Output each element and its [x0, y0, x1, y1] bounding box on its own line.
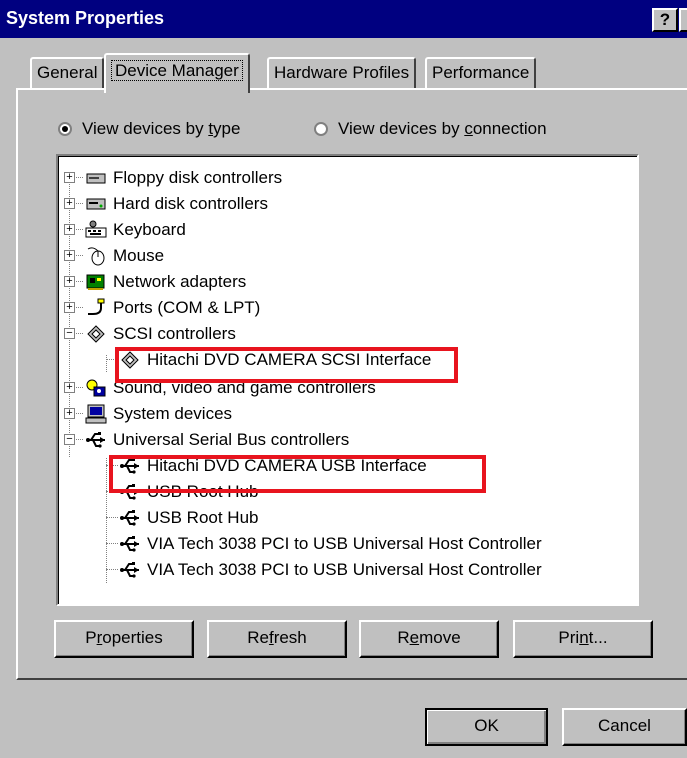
floppy-controller-icon: [85, 168, 107, 188]
view-by-connection-radio[interactable]: View devices by connection: [314, 119, 547, 139]
tree-item-label: VIA Tech 3038 PCI to USB Universal Host …: [147, 560, 542, 579]
keyboard-icon: [85, 220, 107, 240]
tree-item-label: Ports (COM & LPT): [113, 298, 261, 317]
tree-category-item[interactable]: + Ports (COM & LPT): [64, 295, 261, 321]
tree-child-item[interactable]: VIA Tech 3038 PCI to USB Universal Host …: [106, 531, 542, 557]
tab-device-manager-label: Device Manager: [111, 60, 243, 81]
tree-item-label: Hard disk controllers: [113, 194, 268, 213]
hard-disk-controller-icon: [85, 194, 107, 214]
usb-icon: [119, 534, 141, 554]
tree-category-item[interactable]: + Network adapters: [64, 269, 247, 295]
ok-button[interactable]: OK: [425, 708, 548, 746]
refresh-button[interactable]: Refresh: [207, 620, 347, 658]
tree-item-label: Mouse: [113, 246, 165, 265]
view-by-connection-label: View devices by connection: [338, 119, 547, 138]
tree-category-item[interactable]: + Keyboard: [64, 217, 186, 243]
radio-unselected-icon: [314, 122, 328, 136]
tree-item-label: System devices: [113, 404, 233, 423]
expand-icon[interactable]: +: [64, 224, 75, 235]
tab-hardware-profiles[interactable]: Hardware Profiles: [267, 57, 417, 89]
cancel-button[interactable]: Cancel: [562, 708, 687, 746]
expand-icon[interactable]: +: [64, 198, 75, 209]
tab-performance-label: Performance: [432, 63, 530, 82]
tree-item-label: Keyboard: [113, 220, 186, 239]
computer-icon: [85, 404, 107, 424]
tab-performance[interactable]: Performance: [425, 57, 537, 89]
tree-category-item[interactable]: + System devices: [64, 401, 233, 427]
print-button[interactable]: Print...: [513, 620, 653, 658]
expand-icon[interactable]: +: [64, 382, 75, 393]
tree-item-label: Network adapters: [113, 272, 247, 291]
remove-button[interactable]: Remove: [359, 620, 499, 658]
expand-icon[interactable]: +: [64, 302, 75, 313]
tree-child-item[interactable]: VIA Tech 3038 PCI to USB Universal Host …: [106, 557, 542, 583]
tree-item-label: SCSI controllers: [113, 324, 236, 343]
tree-item-label: Universal Serial Bus controllers: [113, 430, 350, 449]
tree-category-item[interactable]: + Mouse: [64, 243, 165, 269]
properties-button[interactable]: Properties: [54, 620, 194, 658]
view-by-type-radio[interactable]: View devices by type: [58, 119, 240, 139]
tree-child-item[interactable]: USB Root Hub: [106, 505, 259, 531]
help-button[interactable]: ?: [652, 8, 678, 32]
tree-category-item[interactable]: + Floppy disk controllers: [64, 165, 283, 191]
expand-icon[interactable]: +: [64, 172, 75, 183]
tree-item-label: USB Root Hub: [147, 508, 259, 527]
tree-category-item[interactable]: + Hard disk controllers: [64, 191, 268, 217]
scsi-icon: [85, 324, 107, 344]
view-by-type-label: View devices by type: [82, 119, 241, 138]
highlight-usb-interface: [109, 455, 486, 493]
port-icon: [85, 298, 107, 318]
network-adapter-icon: [85, 272, 107, 292]
title-bar[interactable]: System Properties ? ×: [0, 0, 687, 38]
usb-icon: [119, 560, 141, 580]
tab-device-manager[interactable]: Device Manager: [104, 53, 250, 93]
usb-icon: [119, 508, 141, 528]
collapse-icon[interactable]: −: [64, 434, 75, 445]
close-button[interactable]: ×: [679, 8, 687, 32]
usb-icon: [85, 430, 107, 450]
collapse-icon[interactable]: −: [64, 328, 75, 339]
sound-video-icon: [85, 378, 107, 398]
tree-category-item[interactable]: − SCSI controllers: [64, 321, 236, 347]
expand-icon[interactable]: +: [64, 276, 75, 287]
tab-general[interactable]: General: [30, 57, 105, 89]
tree-item-label: Floppy disk controllers: [113, 168, 283, 187]
highlight-scsi-interface: [115, 347, 458, 383]
radio-selected-icon: [58, 122, 72, 136]
window-title: System Properties: [6, 8, 165, 28]
expand-icon[interactable]: +: [64, 250, 75, 261]
expand-icon[interactable]: +: [64, 408, 75, 419]
tab-general-label: General: [37, 63, 98, 82]
mouse-icon: [85, 246, 107, 266]
tab-hardware-profiles-label: Hardware Profiles: [274, 63, 410, 82]
tree-category-item[interactable]: − Universal Serial Bus controllers: [64, 427, 350, 453]
system-properties-dialog: System Properties ? × General Device Man…: [0, 0, 687, 758]
tree-item-label: VIA Tech 3038 PCI to USB Universal Host …: [147, 534, 542, 553]
